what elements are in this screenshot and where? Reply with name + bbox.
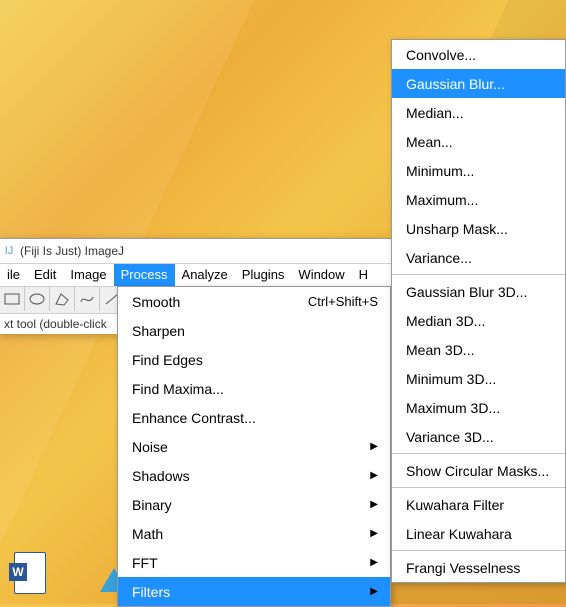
filters-item-convolve-[interactable]: Convolve...: [392, 40, 565, 69]
menu-item-label: Find Maxima...: [132, 381, 378, 397]
menu-item-label: Median 3D...: [406, 313, 553, 329]
process-item-smooth[interactable]: SmoothCtrl+Shift+S: [118, 287, 390, 316]
menu-separator: [392, 550, 565, 551]
word-doc-icon[interactable]: [14, 552, 46, 594]
filters-item-minimum-3d-[interactable]: Minimum 3D...: [392, 364, 565, 393]
window-title: (Fiji Is Just) ImageJ: [20, 244, 124, 258]
menu-item-label: Show Circular Masks...: [406, 463, 553, 479]
titlebar[interactable]: IJ (Fiji Is Just) ImageJ: [0, 239, 392, 264]
filters-item-gaussian-blur-3d-[interactable]: Gaussian Blur 3D...: [392, 277, 565, 306]
menu-item-label: Frangi Vesselness: [406, 560, 553, 576]
filters-item-linear-kuwahara[interactable]: Linear Kuwahara: [392, 519, 565, 548]
menu-item-label: Noise: [132, 439, 362, 455]
menu-item-label: Find Edges: [132, 352, 378, 368]
menu-process[interactable]: Process: [114, 264, 175, 286]
filters-item-minimum-[interactable]: Minimum...: [392, 156, 565, 185]
menu-item-label: Minimum 3D...: [406, 371, 553, 387]
menu-item-label: Binary: [132, 497, 362, 513]
filters-item-kuwahara-filter[interactable]: Kuwahara Filter: [392, 490, 565, 519]
menu-item-label: Variance...: [406, 250, 553, 266]
menu-item-label: Variance 3D...: [406, 429, 553, 445]
menu-h[interactable]: H: [352, 264, 375, 286]
filters-item-variance-3d-[interactable]: Variance 3D...: [392, 422, 565, 451]
submenu-caret-icon: ▶: [370, 586, 378, 597]
process-item-find-maxima-[interactable]: Find Maxima...: [118, 374, 390, 403]
menu-edit[interactable]: Edit: [27, 264, 63, 286]
menu-analyze[interactable]: Analyze: [175, 264, 235, 286]
process-menu: SmoothCtrl+Shift+S Sharpen Find Edges Find …: [117, 286, 391, 607]
menu-item-label: Mean...: [406, 134, 553, 150]
menu-item-label: FFT: [132, 555, 362, 571]
process-item-noise[interactable]: Noise ▶: [118, 432, 390, 461]
filters-item-median-[interactable]: Median...: [392, 98, 565, 127]
menu-item-label: Linear Kuwahara: [406, 526, 553, 542]
menu-item-label: Sharpen: [132, 323, 378, 339]
menu-separator: [392, 487, 565, 488]
menu-item-label: Gaussian Blur 3D...: [406, 284, 553, 300]
filters-item-maximum-3d-[interactable]: Maximum 3D...: [392, 393, 565, 422]
menu-ile[interactable]: ile: [0, 264, 27, 286]
menu-item-label: Kuwahara Filter: [406, 497, 553, 513]
menu-item-label: Filters: [132, 584, 362, 600]
filters-item-gaussian-blur-[interactable]: Gaussian Blur...: [392, 69, 565, 98]
menu-separator: [392, 274, 565, 275]
filters-item-variance-[interactable]: Variance...: [392, 243, 565, 272]
tool-freehand[interactable]: [75, 287, 100, 311]
menu-item-shortcut: Ctrl+Shift+S: [308, 294, 378, 309]
filters-submenu: Convolve... Gaussian Blur... Median... Mean…: [391, 39, 566, 583]
filters-item-show-circular-masks-[interactable]: Show Circular Masks...: [392, 456, 565, 485]
menu-image[interactable]: Image: [63, 264, 113, 286]
submenu-caret-icon: ▶: [370, 499, 378, 510]
menu-item-label: Maximum...: [406, 192, 553, 208]
menu-item-label: Median...: [406, 105, 553, 121]
menu-item-label: Smooth: [132, 294, 308, 310]
imagej-logo-icon: IJ: [2, 244, 16, 258]
menu-plugins[interactable]: Plugins: [235, 264, 292, 286]
process-item-enhance-contrast-[interactable]: Enhance Contrast...: [118, 403, 390, 432]
process-item-math[interactable]: Math ▶: [118, 519, 390, 548]
menu-item-label: Mean 3D...: [406, 342, 553, 358]
process-item-binary[interactable]: Binary ▶: [118, 490, 390, 519]
process-item-find-edges[interactable]: Find Edges: [118, 345, 390, 374]
submenu-caret-icon: ▶: [370, 470, 378, 481]
menu-item-label: Unsharp Mask...: [406, 221, 553, 237]
menu-item-label: Maximum 3D...: [406, 400, 553, 416]
filters-item-unsharp-mask-[interactable]: Unsharp Mask...: [392, 214, 565, 243]
process-item-sharpen[interactable]: Sharpen: [118, 316, 390, 345]
menu-window[interactable]: Window: [291, 264, 351, 286]
process-item-fft[interactable]: FFT ▶: [118, 548, 390, 577]
menubar: ileEditImageProcessAnalyzePluginsWindowH: [0, 264, 392, 286]
tool-polygon[interactable]: [50, 287, 75, 311]
menu-item-label: Math: [132, 526, 362, 542]
menu-item-label: Shadows: [132, 468, 362, 484]
process-item-filters[interactable]: Filters ▶: [118, 577, 390, 606]
filters-item-frangi-vesselness[interactable]: Frangi Vesselness: [392, 553, 565, 582]
submenu-caret-icon: ▶: [370, 528, 378, 539]
filters-item-mean-3d-[interactable]: Mean 3D...: [392, 335, 565, 364]
filters-item-mean-[interactable]: Mean...: [392, 127, 565, 156]
filters-item-maximum-[interactable]: Maximum...: [392, 185, 565, 214]
tool-rectangle[interactable]: [0, 287, 25, 311]
submenu-caret-icon: ▶: [370, 557, 378, 568]
menu-item-label: Gaussian Blur...: [406, 76, 553, 92]
tool-oval[interactable]: [25, 287, 50, 311]
menu-item-label: Minimum...: [406, 163, 553, 179]
menu-item-label: Convolve...: [406, 47, 553, 63]
submenu-caret-icon: ▶: [370, 441, 378, 452]
filters-item-median-3d-[interactable]: Median 3D...: [392, 306, 565, 335]
menu-separator: [392, 453, 565, 454]
process-item-shadows[interactable]: Shadows ▶: [118, 461, 390, 490]
menu-item-label: Enhance Contrast...: [132, 410, 378, 426]
